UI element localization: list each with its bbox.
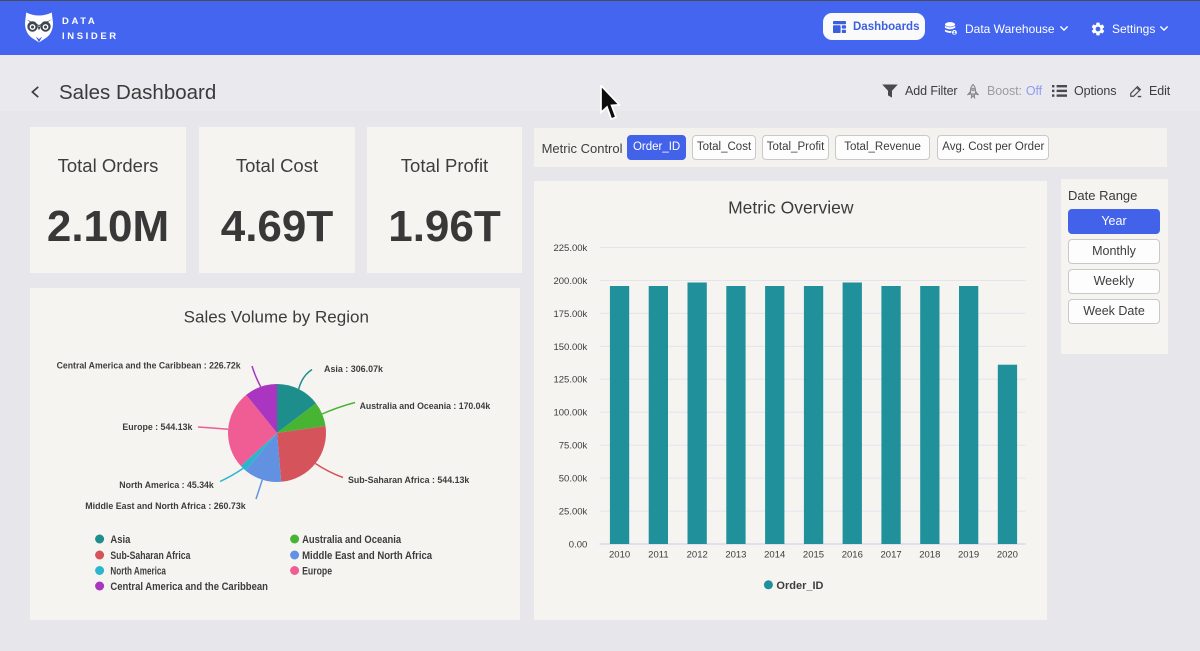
svg-text:Australia and Oceania : 170.04: Australia and Oceania : 170.04k xyxy=(360,401,491,411)
svg-text:200.00k: 200.00k xyxy=(553,276,587,287)
svg-text:75.00k: 75.00k xyxy=(559,441,588,452)
svg-text:2010: 2010 xyxy=(609,549,630,560)
svg-text:Central America and the Caribb: Central America and the Caribbean xyxy=(110,581,268,593)
svg-text:Europe: Europe xyxy=(302,566,332,578)
svg-text:Asia : 306.07k: Asia : 306.07k xyxy=(324,364,384,374)
svg-text:0.00: 0.00 xyxy=(569,539,588,550)
svg-text:Sales Volume by Region: Sales Volume by Region xyxy=(184,307,369,326)
svg-text:225.00k: 225.00k xyxy=(553,243,587,254)
svg-text:150.00k: 150.00k xyxy=(553,342,587,353)
svg-text:125.00k: 125.00k xyxy=(553,375,587,386)
svg-text:Order_ID: Order_ID xyxy=(776,580,823,592)
svg-text:Central America and the Caribb: Central America and the Caribbean : 226.… xyxy=(57,361,242,371)
svg-text:Metric Overview: Metric Overview xyxy=(728,197,854,217)
svg-text:2011: 2011 xyxy=(648,549,668,560)
svg-text:North America: North America xyxy=(110,566,166,578)
svg-text:2015: 2015 xyxy=(803,549,824,560)
svg-text:25.00k: 25.00k xyxy=(559,507,588,518)
svg-text:Australia and Oceania: Australia and Oceania xyxy=(302,534,402,546)
svg-text:Sub-Saharan Africa : 544.13k: Sub-Saharan Africa : 544.13k xyxy=(348,475,470,485)
svg-text:2017: 2017 xyxy=(881,549,902,560)
svg-text:Middle East and North Africa: Middle East and North Africa xyxy=(302,550,433,562)
svg-text:175.00k: 175.00k xyxy=(553,309,587,320)
svg-text:50.00k: 50.00k xyxy=(559,474,588,485)
svg-text:North America : 45.34k: North America : 45.34k xyxy=(119,480,214,490)
svg-text:2016: 2016 xyxy=(842,549,863,560)
svg-text:2013: 2013 xyxy=(725,549,746,560)
svg-text:Asia: Asia xyxy=(110,534,131,546)
svg-text:2020: 2020 xyxy=(997,549,1018,560)
svg-text:Sub-Saharan Africa: Sub-Saharan Africa xyxy=(110,550,191,562)
svg-text:2019: 2019 xyxy=(958,549,979,560)
svg-text:Middle East and North Africa :: Middle East and North Africa : 260.73k xyxy=(85,501,246,511)
svg-text:100.00k: 100.00k xyxy=(553,408,587,419)
svg-text:2018: 2018 xyxy=(919,549,940,560)
svg-text:Europe : 544.13k: Europe : 544.13k xyxy=(122,422,193,432)
svg-text:2014: 2014 xyxy=(764,549,785,560)
svg-text:2012: 2012 xyxy=(687,549,708,560)
